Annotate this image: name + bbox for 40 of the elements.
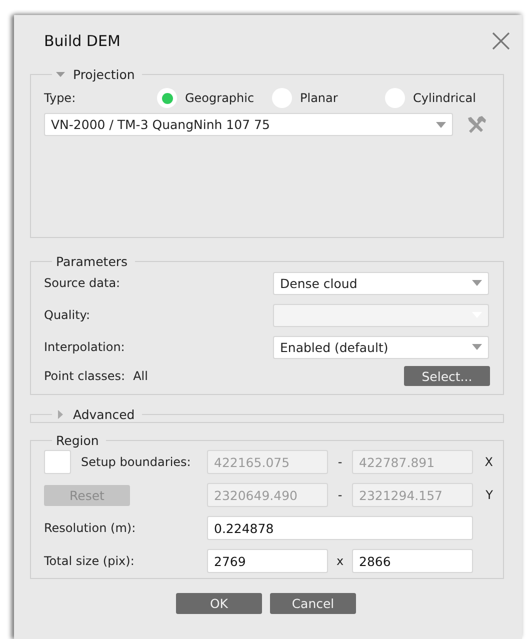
field-value: All <box>133 369 149 383</box>
dropdown-caret-icon <box>472 280 482 286</box>
separator: x <box>335 554 345 568</box>
radio-label: Geographic <box>185 91 254 105</box>
dropdown[interactable]: Dense cloud <box>273 272 489 294</box>
dropdown-caret-icon <box>472 344 482 350</box>
axis-label: Y <box>484 488 493 502</box>
group-label: Advanced <box>73 407 135 422</box>
field-label: Interpolation: <box>44 340 126 354</box>
radio-label: Planar <box>300 91 338 105</box>
radio-button[interactable] <box>157 88 177 108</box>
close-icon[interactable] <box>492 32 510 50</box>
field-label: Resolution (m): <box>44 521 137 535</box>
field-label: Source data: <box>44 276 122 290</box>
checkbox[interactable] <box>44 450 71 474</box>
group-label: Projection <box>73 67 135 82</box>
field-label: Quality: <box>44 308 92 322</box>
input-field[interactable]: 2866 <box>352 549 473 573</box>
field-label: Total size (pix): <box>44 554 136 568</box>
input-field[interactable]: 0.224878 <box>207 516 473 540</box>
axis-label: X <box>484 455 493 469</box>
input-field[interactable]: 2769 <box>207 549 328 573</box>
crs-dropdown[interactable]: VN-2000 / TM-3 QuangNinh 107 75 <box>44 113 453 136</box>
cancel-button[interactable]: Cancel <box>270 593 356 614</box>
group-label: Region <box>56 433 99 448</box>
field-label: Setup boundaries: <box>81 455 191 469</box>
ok-button[interactable]: OK <box>176 593 262 614</box>
separator: - <box>336 455 344 469</box>
separator: - <box>336 488 344 502</box>
field-label: Point classes: <box>44 369 126 383</box>
radio-label: Cylindrical <box>413 91 476 105</box>
select-button[interactable]: Select... <box>404 366 490 386</box>
tools-icon[interactable] <box>465 114 487 134</box>
dropdown[interactable]: Enabled (default) <box>273 336 489 358</box>
collapse-triangle-icon[interactable] <box>56 70 65 79</box>
field-label: Type: <box>44 91 77 105</box>
window-title: Build DEM <box>44 32 120 50</box>
expand-triangle-icon[interactable] <box>56 410 65 419</box>
group-label: Parameters <box>56 254 128 269</box>
dropdown-caret-icon <box>436 122 446 128</box>
